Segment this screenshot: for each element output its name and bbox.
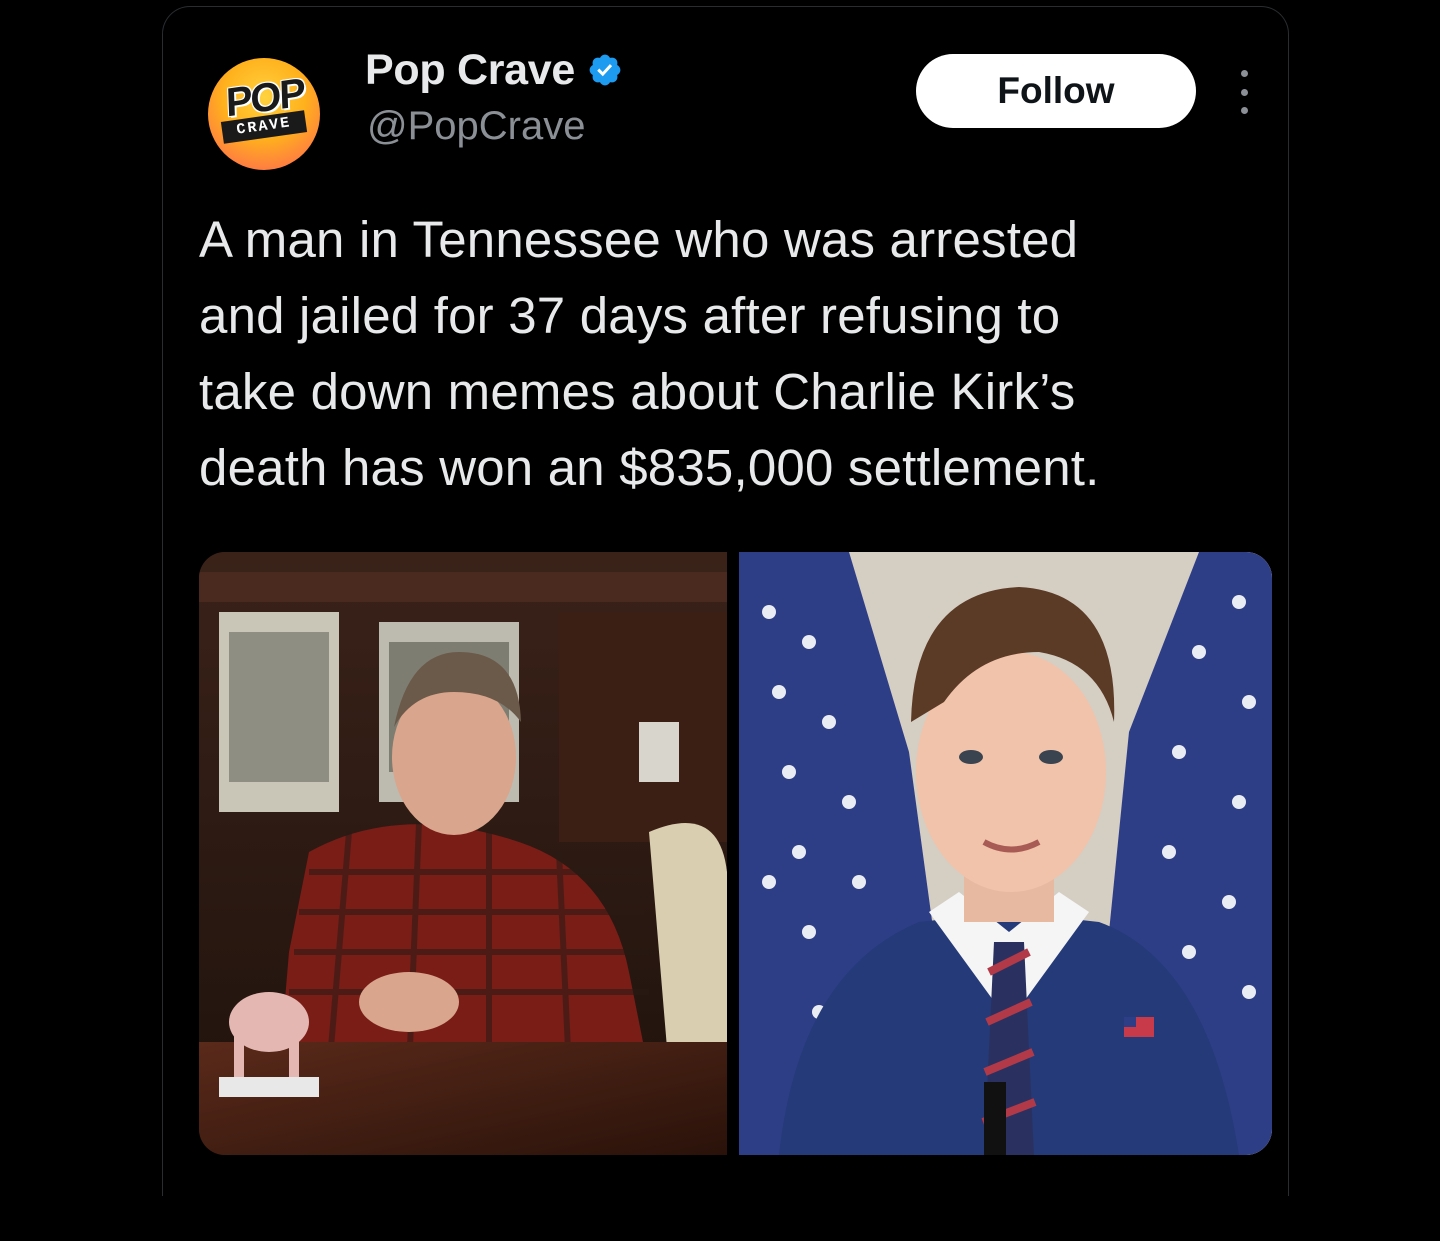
author-name-row: Pop Crave (365, 44, 623, 96)
post-text-line: A man in Tennessee who was arrested (199, 211, 1079, 268)
post-text: A man in Tennessee who was arrested and … (199, 202, 1279, 506)
dot (1240, 107, 1248, 114)
post-text-line: take down memes about Charlie Kirk’s (199, 363, 1076, 420)
more-dots-icon[interactable] (1232, 70, 1256, 114)
photo-man-in-suit[interactable] (739, 552, 1272, 1155)
follow-button[interactable]: Follow (916, 54, 1196, 128)
author-display-name[interactable]: Pop Crave (365, 46, 575, 95)
dot (1240, 70, 1248, 77)
post-media (199, 552, 1272, 1155)
post-text-line: and jailed for 37 days after refusing to (199, 287, 1061, 344)
avatar[interactable]: POP CRAVE (208, 58, 320, 170)
photo-left-illustration (199, 552, 727, 1155)
photo-right-illustration (739, 552, 1272, 1155)
author-handle[interactable]: @PopCrave (367, 104, 585, 149)
verified-badge-icon (587, 52, 623, 88)
photo-man-at-table[interactable] (199, 552, 727, 1155)
screenshot: POP CRAVE Pop Crave @PopCrave Follow A m… (0, 0, 1440, 1241)
post-text-line: death has won an $835,000 settlement. (199, 439, 1100, 496)
dot (1240, 88, 1248, 96)
